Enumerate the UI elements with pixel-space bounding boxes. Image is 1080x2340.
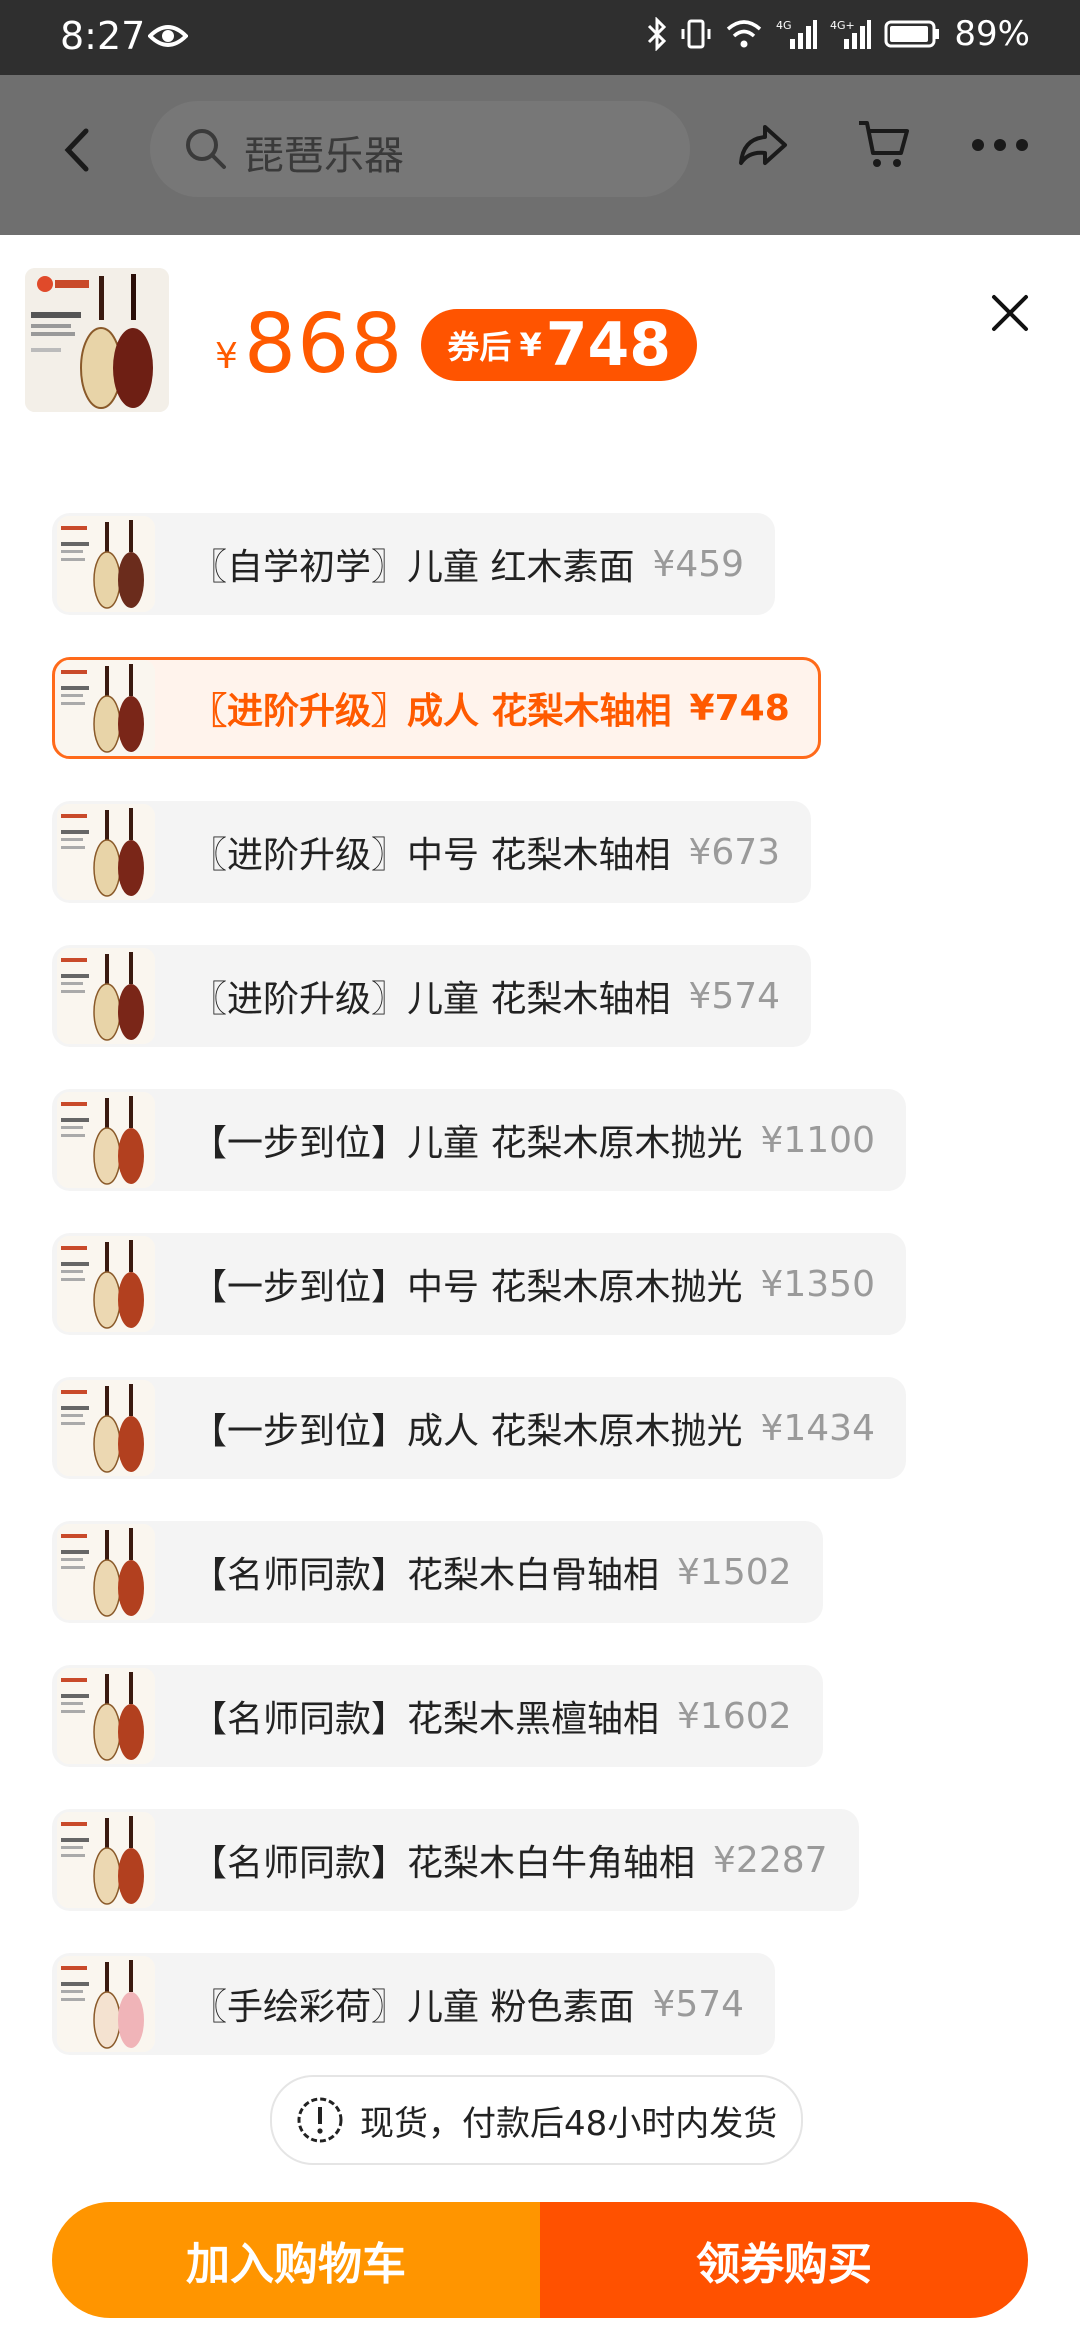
sku-option[interactable]: 【一步到位】中号 花梨木原木抛光 ¥1350: [52, 1233, 906, 1335]
share-icon[interactable]: [735, 117, 791, 173]
sku-option-price: ¥1350: [760, 1263, 875, 1305]
wifi-icon: [727, 20, 762, 48]
sku-option[interactable]: 【名师同款】花梨木白牛角轴相 ¥2287: [52, 1809, 859, 1911]
price: 868: [243, 297, 404, 392]
sku-option[interactable]: 〖进阶升级〗中号 花梨木轴相 ¥673: [52, 801, 812, 903]
price-symbol: ¥: [215, 336, 238, 377]
sku-option[interactable]: 【名师同款】花梨木白骨轴相 ¥1502: [52, 1521, 823, 1623]
sku-option-price: ¥1100: [760, 1119, 875, 1161]
cart-icon[interactable]: [855, 115, 911, 171]
sku-option-label: 【名师同款】花梨木白牛角轴相: [191, 1843, 696, 1884]
close-icon[interactable]: [990, 293, 1030, 333]
price-row: ¥ 868 券后 ¥ 748: [215, 297, 697, 392]
search-input[interactable]: 琵琶乐器: [150, 101, 690, 197]
sku-option-thumbnail: [57, 660, 155, 756]
sku-options-list: 〖自学初学〗儿童 红木素面 ¥459 〖进阶升级〗成人 花梨木轴相 ¥748 〖进阶升级…: [52, 513, 1052, 2097]
sku-option-price: ¥1434: [760, 1407, 875, 1449]
coupon-price: 748: [545, 309, 671, 380]
sku-option-price: ¥574: [688, 975, 781, 1017]
sku-option-thumbnail: [57, 1524, 155, 1620]
signal-label-2: 4G+: [830, 19, 855, 32]
sku-option-label: 【一步到位】成人 花梨木原木抛光: [191, 1411, 743, 1452]
action-bar: 加入购物车 领券购买: [52, 2202, 1028, 2318]
coupon-symbol: ¥: [519, 325, 542, 364]
signal-icon: 4G: [776, 19, 818, 49]
pipa-image: [25, 268, 169, 412]
battery-percent: 89%: [954, 14, 1030, 54]
sku-option[interactable]: 【名师同款】花梨木黑檀轴相 ¥1602: [52, 1665, 823, 1767]
sku-option-label: 〖进阶升级〗中号 花梨木轴相: [191, 835, 671, 876]
coupon-price-badge: 券后 ¥ 748: [421, 308, 697, 381]
sku-option-thumbnail: [57, 1092, 155, 1188]
sku-option[interactable]: 【一步到位】儿童 花梨木原木抛光 ¥1100: [52, 1089, 906, 1191]
shipping-notice-text: 现货，付款后48小时内发货: [360, 2103, 778, 2144]
sku-option-thumbnail: [57, 1812, 155, 1908]
sku-option[interactable]: 〖进阶升级〗成人 花梨木轴相 ¥748: [52, 657, 821, 759]
sku-option[interactable]: 〖进阶升级〗儿童 花梨木轴相 ¥574: [52, 945, 812, 1047]
add-to-cart-button[interactable]: 加入购物车: [52, 2202, 540, 2318]
sku-option-price: ¥574: [652, 1983, 745, 2025]
status-right: 4G 4G+ 89%: [646, 14, 1030, 54]
product-thumbnail[interactable]: [25, 268, 169, 412]
sku-option-label: 【名师同款】花梨木黑檀轴相: [191, 1699, 660, 1740]
sku-option-thumbnail: [57, 1668, 155, 1764]
sku-option-thumbnail: [57, 804, 155, 900]
more-icon[interactable]: [970, 135, 1030, 155]
signal-label: 4G: [776, 19, 792, 32]
coupon-label: 券后: [447, 327, 512, 366]
sku-option-price: ¥748: [689, 687, 790, 729]
sku-option-label: 〖进阶升级〗儿童 花梨木轴相: [191, 979, 671, 1020]
sku-option[interactable]: 【一步到位】成人 花梨木原木抛光 ¥1434: [52, 1377, 906, 1479]
sku-option-thumbnail: [57, 516, 155, 612]
sku-option-price: ¥1502: [677, 1551, 792, 1593]
sku-option-thumbnail: [57, 1380, 155, 1476]
battery-icon: [884, 20, 940, 48]
search-icon: [186, 129, 226, 169]
sku-option-thumbnail: [57, 1236, 155, 1332]
info-icon: [297, 2097, 343, 2143]
sku-option[interactable]: 〖手绘彩荷〗儿童 粉色素面 ¥574: [52, 1953, 776, 2055]
sku-option-label: 〖自学初学〗儿童 红木素面: [191, 547, 635, 588]
sku-selector-sheet: ¥ 868 券后 ¥ 748 〖自学初学〗儿童 红木素面 ¥459 〖进阶升级〗成人…: [0, 235, 1080, 2340]
coupon-buy-button[interactable]: 领券购买: [540, 2202, 1028, 2318]
vibrate-icon: [681, 19, 711, 49]
sku-option[interactable]: 〖自学初学〗儿童 红木素面 ¥459: [52, 513, 776, 615]
sku-option-label: 〖手绘彩荷〗儿童 粉色素面: [191, 1987, 635, 2028]
sku-option-label: 【名师同款】花梨木白骨轴相: [191, 1555, 660, 1596]
sku-option-thumbnail: [57, 1956, 155, 2052]
back-arrow-icon[interactable]: [58, 125, 98, 175]
shipping-notice: 现货，付款后48小时内发货: [270, 2075, 804, 2165]
sku-option-label: 〖进阶升级〗成人 花梨木轴相: [191, 691, 672, 732]
sku-option-thumbnail: [57, 948, 155, 1044]
status-time: 8:27: [60, 14, 146, 58]
sku-option-price: ¥459: [652, 543, 745, 585]
sku-option-price: ¥2287: [713, 1839, 828, 1881]
search-placeholder: 琵琶乐器: [244, 133, 404, 179]
page-header: 琵琶乐器: [0, 75, 1080, 235]
signal-icon-2: 4G+: [830, 19, 872, 49]
eye-icon: [148, 25, 188, 47]
status-bar: 8:27 4G 4G+ 89%: [0, 0, 1080, 75]
sku-option-price: ¥673: [688, 831, 781, 873]
sku-option-price: ¥1602: [677, 1695, 792, 1737]
sku-option-label: 【一步到位】儿童 花梨木原木抛光: [191, 1123, 743, 1164]
bluetooth-icon: [648, 17, 667, 51]
sku-option-label: 【一步到位】中号 花梨木原木抛光: [191, 1267, 743, 1308]
